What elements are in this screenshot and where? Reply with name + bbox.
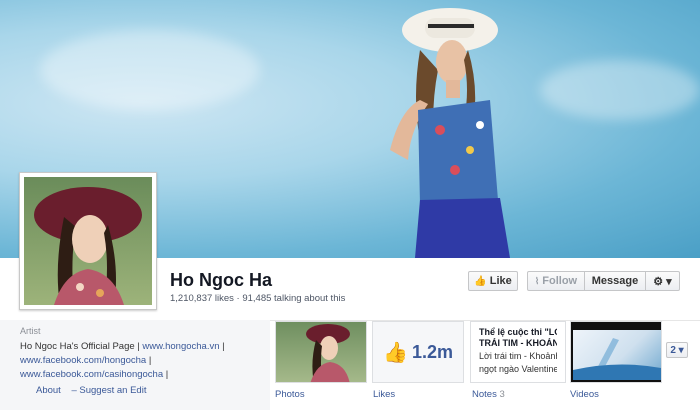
thumbs-up-icon: 👍	[474, 275, 487, 287]
note-title: Thể lệ cuộc thi "LO	[479, 327, 557, 337]
action-button-group: ⌇ Follow Message ⚙ ▾	[527, 271, 680, 291]
like-button[interactable]: 👍 Like	[468, 271, 518, 291]
about-links: About – Suggest an Edit	[36, 385, 146, 396]
photos-label[interactable]: Photos	[275, 389, 305, 400]
message-button-label: Message	[591, 275, 639, 287]
page-stats: 1,210,837 likes · 91,485 talking about t…	[170, 293, 346, 304]
about-box: Artist Ho Ngoc Ha's Official Page | www.…	[0, 320, 270, 410]
photos-thumbnail	[306, 324, 350, 382]
note-excerpt: Lời trái tim - Khoảnh k	[479, 351, 557, 361]
likes-tile[interactable]: 👍 1.2m	[372, 321, 464, 383]
follow-button[interactable]: ⌇ Follow	[528, 272, 585, 290]
gear-icon: ⚙ ▾	[653, 275, 672, 288]
suggest-edit-link[interactable]: – Suggest an Edit	[71, 385, 146, 396]
rss-icon: ⌇	[534, 275, 540, 286]
photos-tile[interactable]	[275, 321, 367, 383]
follow-button-label: Follow	[542, 275, 578, 287]
cover-woman-figure	[390, 8, 510, 258]
description-text: Ho Ngoc Ha's Official Page |	[20, 341, 143, 352]
likes-count: 1.2m	[411, 341, 453, 362]
facebook-link[interactable]: www.facebook.com/hongocha	[20, 355, 146, 366]
more-apps-dropdown[interactable]: 2 ▾	[666, 342, 688, 358]
separator: |	[219, 341, 225, 352]
about-link[interactable]: About	[36, 385, 61, 396]
profile-picture[interactable]	[19, 172, 157, 310]
website-link[interactable]: www.hongocha.vn	[142, 341, 219, 352]
page-title[interactable]: Ho Ngoc Ha	[170, 270, 272, 291]
profile-portrait	[34, 187, 142, 305]
notes-label[interactable]: Notes 3	[472, 389, 505, 400]
settings-dropdown-button[interactable]: ⚙ ▾	[646, 272, 679, 290]
separator: |	[146, 355, 152, 366]
videos-label[interactable]: Videos	[570, 389, 599, 400]
facebook-link-2[interactable]: www.facebook.com/casihongocha	[20, 369, 163, 380]
page-description: Ho Ngoc Ha's Official Page | www.hongoch…	[20, 340, 260, 382]
note-title-line2: TRÁI TIM - KHOÁN	[479, 338, 557, 348]
separator: |	[163, 369, 169, 380]
message-button[interactable]: Message	[585, 272, 646, 290]
like-button-label: Like	[489, 275, 512, 287]
note-excerpt-line2: ngọt ngào Valentine	[479, 364, 557, 374]
thumbs-up-icon: 👍	[383, 341, 408, 364]
notes-label-text: Notes	[472, 389, 497, 400]
videos-tile[interactable]	[570, 321, 662, 383]
notes-count: 3	[499, 389, 505, 400]
notes-tile[interactable]: Thể lệ cuộc thi "LO TRÁI TIM - KHOÁN Lời…	[470, 321, 566, 383]
likes-label[interactable]: Likes	[373, 389, 395, 400]
video-thumbnail	[573, 330, 661, 380]
page-category: Artist	[20, 326, 41, 336]
